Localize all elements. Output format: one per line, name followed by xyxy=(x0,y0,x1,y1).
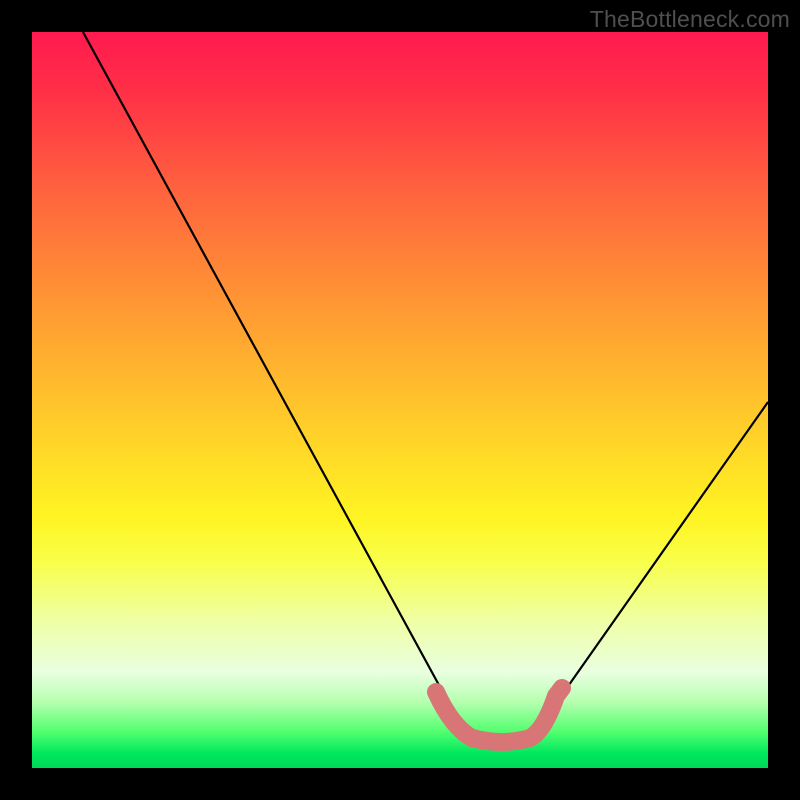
chart-frame: TheBottleneck.com xyxy=(0,0,800,800)
plot-area xyxy=(32,32,768,768)
bottleneck-curve xyxy=(83,32,768,743)
curve-layer xyxy=(32,32,768,768)
optimal-range-marker xyxy=(436,688,562,742)
watermark-text: TheBottleneck.com xyxy=(590,6,790,33)
